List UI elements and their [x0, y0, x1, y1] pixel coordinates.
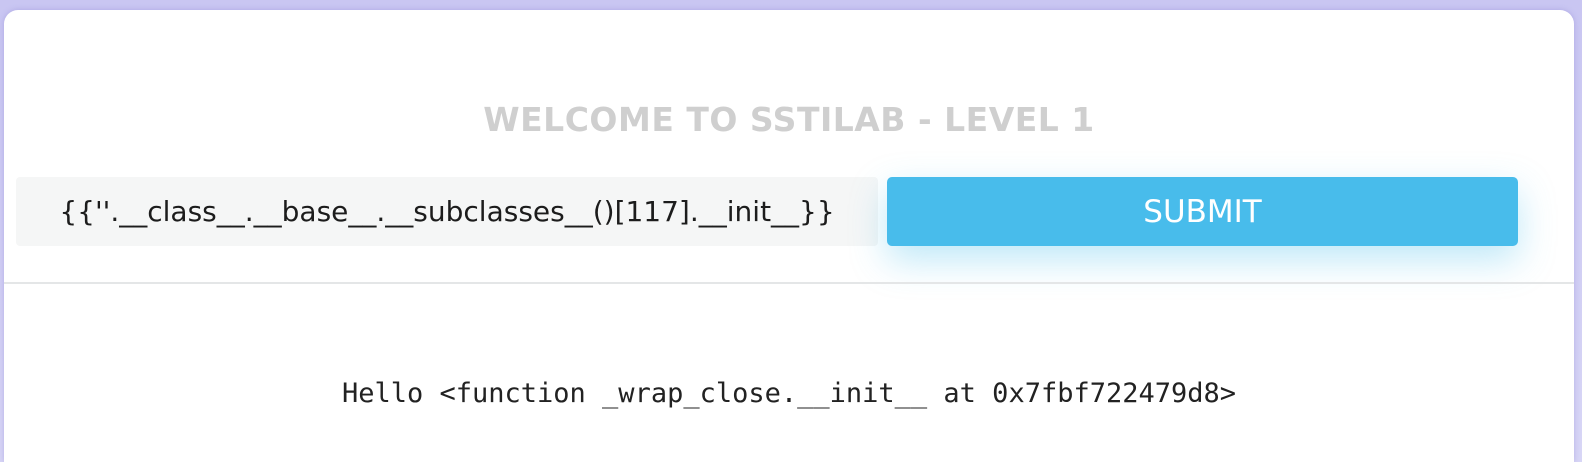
payload-input[interactable]: [16, 177, 878, 246]
submit-button[interactable]: SUBMIT: [887, 177, 1518, 246]
page-title: WELCOME TO SSTILAB - LEVEL 1: [483, 100, 1095, 139]
main-card: WELCOME TO SSTILAB - LEVEL 1 SUBMIT Hell…: [4, 10, 1574, 462]
divider: [4, 282, 1574, 284]
result-output: Hello <function _wrap_close.__init__ at …: [341, 378, 1237, 409]
payload-input-container: [16, 177, 878, 246]
